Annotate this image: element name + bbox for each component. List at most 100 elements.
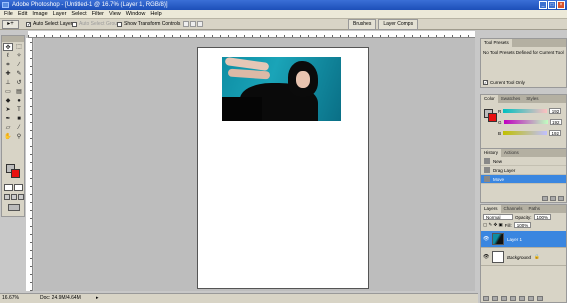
current-tool-only-checkbox[interactable]: ✓ Current Tool Only xyxy=(483,80,525,85)
eye-icon[interactable]: 👁 xyxy=(483,236,489,242)
blend-mode-select[interactable]: Normal xyxy=(483,214,513,220)
green-slider[interactable] xyxy=(503,120,548,124)
history-brush-icon[interactable]: ↺ xyxy=(14,79,24,87)
eye-icon[interactable]: 👁 xyxy=(483,254,489,260)
checkbox-checked-icon: ✓ xyxy=(483,80,488,85)
show-transform-controls-checkbox[interactable]: Show Transform Controls xyxy=(117,21,180,27)
trash-icon[interactable] xyxy=(537,296,543,301)
type-tool-icon[interactable]: T xyxy=(14,106,24,114)
background-color-swatch[interactable] xyxy=(488,113,497,122)
marquee-tool-icon[interactable]: ⬚ xyxy=(14,43,24,51)
tool-presets-message: No Tool Presets Defined for Current Tool xyxy=(483,50,564,55)
status-menu-arrow-icon[interactable]: ▸ xyxy=(96,294,99,303)
layer-image[interactable] xyxy=(222,57,341,121)
tab-layers[interactable]: Layers xyxy=(481,205,501,213)
new-document-from-state-icon[interactable] xyxy=(542,196,548,201)
image-detail xyxy=(227,68,271,80)
quick-mask-mode-icon[interactable] xyxy=(14,184,23,191)
gradient-tool-icon[interactable]: ▤ xyxy=(14,88,24,96)
crop-tool-icon[interactable]: ⌗ xyxy=(3,61,13,69)
ruler-vertical[interactable] xyxy=(26,38,33,291)
menu-edit[interactable]: Edit xyxy=(18,11,27,17)
tab-tool-presets[interactable]: Tool Presets xyxy=(481,39,512,47)
auto-select-groups-checkbox[interactable]: Auto Select Groups xyxy=(72,21,122,27)
tab-color[interactable]: Color xyxy=(481,95,498,103)
magic-wand-icon[interactable]: ✧ xyxy=(14,52,24,60)
zoom-level[interactable]: 16.67% xyxy=(2,294,19,303)
background-color-swatch[interactable] xyxy=(11,169,20,178)
menu-filter[interactable]: Filter xyxy=(92,11,104,17)
red-slider[interactable] xyxy=(503,109,548,113)
layer-row[interactable]: 👁 Layer 1 xyxy=(481,231,566,248)
adjustment-layer-icon[interactable] xyxy=(510,296,516,301)
new-layer-icon[interactable] xyxy=(528,296,534,301)
shape-tool-icon[interactable]: ■ xyxy=(14,115,24,123)
history-item-active[interactable]: Move xyxy=(481,175,566,184)
new-group-icon[interactable] xyxy=(519,296,525,301)
hand-tool-icon[interactable]: ✋ xyxy=(3,133,13,141)
healing-brush-icon[interactable]: ✚ xyxy=(3,70,13,78)
align-top-icon[interactable] xyxy=(183,21,189,27)
maximize-button[interactable]: □ xyxy=(548,1,556,9)
layer-comps-tab[interactable]: Layer Comps xyxy=(378,19,419,30)
slice-tool-icon[interactable]: ∕ xyxy=(14,61,24,69)
red-value-input[interactable]: 192 xyxy=(549,108,562,114)
history-item[interactable]: Drag Layer xyxy=(481,166,566,175)
history-item[interactable]: New xyxy=(481,157,566,166)
layer-row[interactable]: 👁 Background 🔒 xyxy=(481,249,566,266)
trash-icon[interactable] xyxy=(558,196,564,201)
tab-styles[interactable]: Styles xyxy=(523,95,541,103)
new-snapshot-icon[interactable] xyxy=(550,196,556,201)
history-state-icon xyxy=(484,158,490,164)
document-size: Doc: 24.9M/4.64M xyxy=(40,295,81,301)
layer-mask-icon[interactable] xyxy=(501,296,507,301)
tab-actions[interactable]: Actions xyxy=(501,149,522,157)
layers-panel: Layers Channels Paths Normal Opacity: 10… xyxy=(480,204,567,303)
ruler-horizontal[interactable] xyxy=(28,31,475,38)
path-selection-icon[interactable]: ➤ xyxy=(3,106,13,114)
brushes-tab[interactable]: Brushes xyxy=(348,19,377,30)
full-screen-menu-icon[interactable] xyxy=(11,194,17,200)
menu-image[interactable]: Image xyxy=(32,11,47,17)
history-state-icon xyxy=(484,167,490,173)
layer-style-icon[interactable] xyxy=(492,296,498,301)
menu-layer[interactable]: Layer xyxy=(53,11,67,17)
tab-channels[interactable]: Channels xyxy=(501,205,526,213)
tab-history[interactable]: History xyxy=(481,149,502,157)
move-tool-icon[interactable]: ✥ xyxy=(3,43,13,51)
align-bottom-icon[interactable] xyxy=(197,21,203,27)
brush-tool-icon[interactable]: ✎ xyxy=(14,70,24,78)
jump-to-imageready-icon[interactable] xyxy=(8,204,20,211)
clone-stamp-icon[interactable]: ⊥ xyxy=(3,79,13,87)
auto-select-layer-checkbox[interactable]: ✓ Auto Select Layer xyxy=(26,21,72,27)
blue-value-input[interactable]: 192 xyxy=(549,130,562,136)
link-layers-icon[interactable] xyxy=(483,296,489,301)
align-middle-icon[interactable] xyxy=(190,21,196,27)
blue-slider[interactable] xyxy=(503,131,548,135)
minimize-button[interactable]: _ xyxy=(539,1,547,9)
dodge-tool-icon[interactable]: ● xyxy=(14,97,24,105)
green-value-input[interactable]: 192 xyxy=(549,119,562,125)
menu-file[interactable]: File xyxy=(4,11,13,17)
standard-screen-icon[interactable] xyxy=(4,194,10,200)
tab-swatches[interactable]: Swatches xyxy=(498,95,524,103)
eraser-tool-icon[interactable]: ▭ xyxy=(3,88,13,96)
opacity-input[interactable]: 100% xyxy=(533,214,552,220)
blur-tool-icon[interactable]: ◆ xyxy=(3,97,13,105)
tool-preset-picker[interactable]: ▸+ xyxy=(2,20,19,29)
notes-tool-icon[interactable]: ▱ xyxy=(3,124,13,132)
close-button[interactable]: × xyxy=(557,1,565,9)
zoom-tool-icon[interactable]: ⚲ xyxy=(14,133,24,141)
menu-help[interactable]: Help xyxy=(150,11,161,17)
standard-mode-icon[interactable] xyxy=(4,184,13,191)
menu-select[interactable]: Select xyxy=(71,11,86,17)
eyedropper-icon[interactable]: ⁄ xyxy=(14,124,24,132)
tab-paths[interactable]: Paths xyxy=(526,205,544,213)
fill-input[interactable]: 100% xyxy=(513,222,532,228)
menu-view[interactable]: View xyxy=(109,11,121,17)
pen-tool-icon[interactable]: ✒ xyxy=(3,115,13,123)
menu-window[interactable]: Window xyxy=(126,11,146,17)
lasso-tool-icon[interactable]: ℓ xyxy=(3,52,13,60)
checkbox-checked-icon: ✓ xyxy=(26,21,32,28)
full-screen-icon[interactable] xyxy=(18,194,24,200)
